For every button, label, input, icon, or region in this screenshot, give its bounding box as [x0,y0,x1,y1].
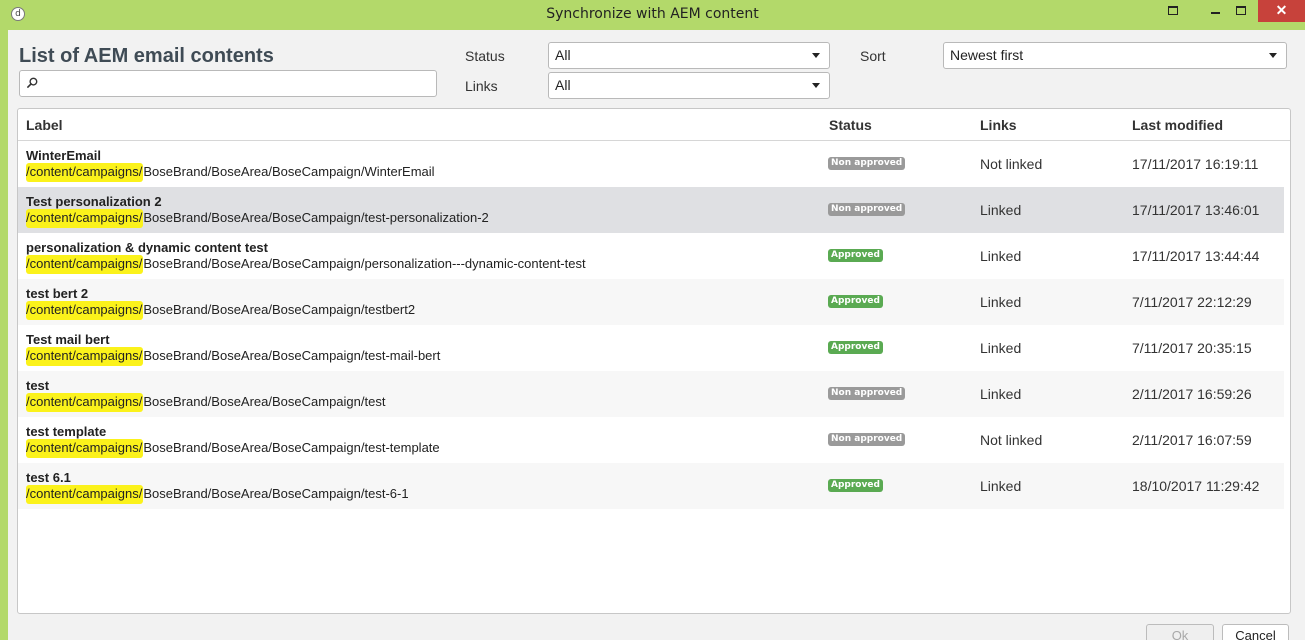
row-path: /content/campaigns/BoseBrand/BoseArea/Bo… [26,347,441,366]
chevron-down-icon [812,83,820,88]
maximize-button[interactable] [1228,0,1254,22]
path-rest: BoseBrand/BoseArea/BoseCampaign/test [143,394,386,409]
row-label: personalization & dynamic content test [26,240,268,255]
path-rest: BoseBrand/BoseArea/BoseCampaign/testbert… [143,302,416,317]
links-cell: Linked [980,340,1022,356]
table-header: Label Status Links Last modified [18,109,1290,141]
links-filter-label: Links [465,78,498,94]
restore-window-button[interactable] [1160,0,1186,22]
row-path: /content/campaigns/BoseBrand/BoseArea/Bo… [26,301,416,320]
sort-label: Sort [860,48,886,64]
path-prefix-highlight: /content/campaigns/ [26,439,144,458]
table-row[interactable]: Test personalization 2/content/campaigns… [18,187,1284,233]
path-prefix-highlight: /content/campaigns/ [26,255,144,274]
row-path: /content/campaigns/BoseBrand/BoseArea/Bo… [26,255,586,274]
table-row[interactable]: test 6.1/content/campaigns/BoseBrand/Bos… [18,463,1284,509]
path-rest: BoseBrand/BoseArea/BoseCampaign/test-mai… [143,348,441,363]
path-rest: BoseBrand/BoseArea/BoseCampaign/WinterEm… [143,164,435,179]
row-path: /content/campaigns/BoseBrand/BoseArea/Bo… [26,163,435,182]
table-row[interactable]: test bert 2/content/campaigns/BoseBrand/… [18,279,1284,325]
search-icon [27,77,38,88]
row-label: test template [26,424,107,439]
path-prefix-highlight: /content/campaigns/ [26,163,144,182]
status-badge: Non approved [828,387,906,400]
path-rest: BoseBrand/BoseArea/BoseCampaign/test-6-1 [143,486,409,501]
links-cell: Linked [980,202,1022,218]
row-label: WinterEmail [26,148,102,163]
path-prefix-highlight: /content/campaigns/ [26,393,144,412]
maximize-icon [1236,6,1246,15]
row-label: Test personalization 2 [26,194,162,209]
search-input[interactable] [19,70,437,97]
column-header-label[interactable]: Label [26,117,63,133]
links-cell: Linked [980,248,1022,264]
path-prefix-highlight: /content/campaigns/ [26,485,144,504]
status-badge: Approved [828,295,883,308]
page-title: List of AEM email contents [19,45,274,67]
table-row[interactable]: test/content/campaigns/BoseBrand/BoseAre… [18,371,1284,417]
last-modified-cell: 17/11/2017 16:19:11 [1132,156,1259,172]
status-badge: Approved [828,479,883,492]
path-prefix-highlight: /content/campaigns/ [26,301,144,320]
last-modified-cell: 7/11/2017 20:35:15 [1132,340,1252,356]
title-bar: d Synchronize with AEM content ✕ [0,0,1305,30]
minimize-button[interactable] [1202,0,1228,22]
path-prefix-highlight: /content/campaigns/ [26,347,144,366]
table-row[interactable]: test template/content/campaigns/BoseBran… [18,417,1284,463]
last-modified-cell: 2/11/2017 16:07:59 [1132,432,1252,448]
dialog-content: List of AEM email contents Status All Li… [8,30,1305,640]
column-header-last-modified[interactable]: Last modified [1132,117,1223,133]
status-badge: Non approved [828,433,906,446]
links-cell: Linked [980,478,1022,494]
table-row[interactable]: personalization & dynamic content test/c… [18,233,1284,279]
status-badge: Non approved [828,203,906,216]
path-rest: BoseBrand/BoseArea/BoseCampaign/test-tem… [143,440,440,455]
links-cell: Linked [980,386,1022,402]
dialog-window: d Synchronize with AEM content ✕ List of… [0,0,1305,640]
row-label: test [26,378,50,393]
row-path: /content/campaigns/BoseBrand/BoseArea/Bo… [26,209,489,228]
path-rest: BoseBrand/BoseArea/BoseCampaign/personal… [143,256,586,271]
status-badge: Approved [828,249,883,262]
window-title: Synchronize with AEM content [546,6,759,22]
chevron-down-icon [812,53,820,58]
status-badge: Approved [828,341,883,354]
path-prefix-highlight: /content/campaigns/ [26,209,144,228]
close-button[interactable]: ✕ [1258,0,1305,22]
row-label: test bert 2 [26,286,89,301]
links-filter-select[interactable]: All [548,72,830,99]
cancel-button[interactable]: Cancel [1222,624,1289,640]
status-filter-select[interactable]: All [548,42,830,69]
links-cell: Not linked [980,432,1043,448]
row-path: /content/campaigns/BoseBrand/BoseArea/Bo… [26,439,440,458]
content-table: Label Status Links Last modified WinterE… [17,108,1291,614]
row-label: test 6.1 [26,470,71,485]
status-badge: Non approved [828,157,906,170]
last-modified-cell: 17/11/2017 13:46:01 [1132,202,1260,218]
restore-icon [1168,6,1178,15]
status-filter-value: All [555,47,571,63]
last-modified-cell: 7/11/2017 22:12:29 [1132,294,1252,310]
links-cell: Not linked [980,156,1043,172]
ok-button[interactable]: Ok [1146,624,1214,640]
column-header-status[interactable]: Status [829,117,872,133]
row-path: /content/campaigns/BoseBrand/BoseArea/Bo… [26,393,386,412]
last-modified-cell: 18/10/2017 11:29:42 [1132,478,1260,494]
row-label: Test mail bert [26,332,110,347]
last-modified-cell: 17/11/2017 13:44:44 [1132,248,1260,264]
status-filter-label: Status [465,48,505,64]
links-cell: Linked [980,294,1022,310]
column-header-links[interactable]: Links [980,117,1017,133]
table-row[interactable]: WinterEmail/content/campaigns/BoseBrand/… [18,141,1284,187]
last-modified-cell: 2/11/2017 16:59:26 [1132,386,1252,402]
path-rest: BoseBrand/BoseArea/BoseCampaign/test-per… [143,210,489,225]
chevron-down-icon [1269,53,1277,58]
links-filter-value: All [555,77,571,93]
table-row[interactable]: Test mail bert/content/campaigns/BoseBra… [18,325,1284,371]
sort-value: Newest first [950,47,1024,63]
minimize-icon [1210,12,1220,14]
close-icon: ✕ [1275,2,1288,18]
row-path: /content/campaigns/BoseBrand/BoseArea/Bo… [26,485,409,504]
sort-select[interactable]: Newest first [943,42,1287,69]
